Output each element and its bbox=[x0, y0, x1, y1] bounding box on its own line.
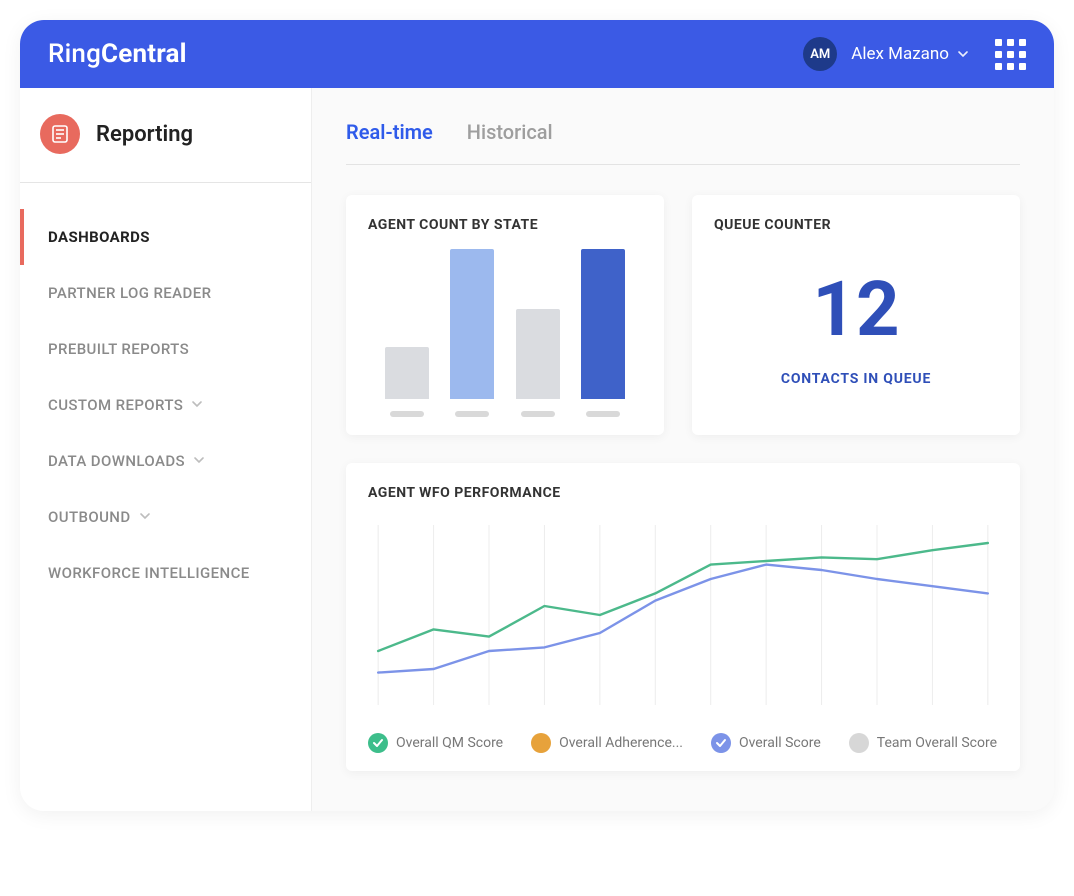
user-name[interactable]: Alex Mazano bbox=[851, 44, 949, 64]
card-title: AGENT COUNT BY STATE bbox=[368, 217, 642, 233]
sidebar-item-outbound[interactable]: OUTBOUND bbox=[20, 489, 311, 545]
legend-item[interactable]: Team Overall Score bbox=[849, 733, 997, 753]
sidebar-nav: DASHBOARDS PARTNER LOG READER PREBUILT REP… bbox=[20, 183, 311, 601]
cards-row: AGENT COUNT BY STATE QUEUE COUNTER 12 CO… bbox=[346, 195, 1020, 435]
app-frame: RingCentral AM Alex Mazano bbox=[20, 20, 1054, 811]
sidebar-item-partner-log-reader[interactable]: PARTNER LOG READER bbox=[20, 265, 311, 321]
sidebar-item-label: WORKFORCE INTELLIGENCE bbox=[48, 564, 250, 582]
brand-prefix: Ring bbox=[48, 39, 101, 69]
legend-label: Overall Adherence... bbox=[559, 735, 683, 751]
legend-item[interactable]: Overall Score bbox=[711, 733, 821, 753]
sidebar-title: Reporting bbox=[96, 122, 193, 147]
sidebar-item-label: DASHBOARDS bbox=[48, 228, 150, 246]
main: Real-time Historical AGENT COUNT BY STATE… bbox=[312, 88, 1054, 811]
legend-dot-icon bbox=[368, 733, 388, 753]
card-agent-count: AGENT COUNT BY STATE bbox=[346, 195, 664, 435]
legend: Overall QM Score Overall Adherence... Over… bbox=[368, 733, 998, 753]
brand-logo: RingCentral bbox=[48, 39, 187, 69]
bar-chart bbox=[368, 247, 642, 417]
sidebar-item-label: PARTNER LOG READER bbox=[48, 284, 211, 302]
legend-item[interactable]: Overall Adherence... bbox=[531, 733, 683, 753]
sidebar-item-label: OUTBOUND bbox=[48, 508, 131, 526]
body: Reporting DASHBOARDS PARTNER LOG READER PR… bbox=[20, 88, 1054, 811]
queue-subtitle: CONTACTS IN QUEUE bbox=[781, 371, 931, 387]
legend-dot-icon bbox=[531, 733, 551, 753]
chevron-down-icon bbox=[193, 452, 205, 470]
card-title: QUEUE COUNTER bbox=[714, 217, 998, 233]
tab-real-time[interactable]: Real-time bbox=[346, 120, 433, 144]
legend-item[interactable]: Overall QM Score bbox=[368, 733, 503, 753]
bar-label-placeholder bbox=[455, 411, 489, 417]
tabs: Real-time Historical bbox=[346, 88, 1020, 165]
reporting-icon bbox=[40, 114, 80, 154]
brand-suffix: Central bbox=[101, 39, 187, 69]
card-queue-counter: QUEUE COUNTER 12 CONTACTS IN QUEUE bbox=[692, 195, 1020, 435]
sidebar-item-prebuilt-reports[interactable]: PREBUILT REPORTS bbox=[20, 321, 311, 377]
queue-value: 12 bbox=[812, 271, 899, 347]
sidebar-item-dashboards[interactable]: DASHBOARDS bbox=[20, 209, 311, 265]
legend-dot-icon bbox=[849, 733, 869, 753]
avatar[interactable]: AM bbox=[803, 37, 837, 71]
chevron-down-icon[interactable] bbox=[957, 45, 969, 64]
sidebar-item-workforce-intelligence[interactable]: WORKFORCE INTELLIGENCE bbox=[20, 545, 311, 601]
bar bbox=[450, 249, 494, 417]
chevron-down-icon bbox=[139, 508, 151, 526]
sidebar-item-custom-reports[interactable]: CUSTOM REPORTS bbox=[20, 377, 311, 433]
bar bbox=[516, 309, 560, 417]
bar bbox=[385, 347, 429, 418]
topbar: RingCentral AM Alex Mazano bbox=[20, 20, 1054, 88]
legend-dot-icon bbox=[711, 733, 731, 753]
card-title: AGENT WFO PERFORMANCE bbox=[368, 485, 998, 501]
apps-menu-icon[interactable] bbox=[995, 39, 1026, 70]
bar-rect bbox=[450, 249, 494, 399]
sidebar-item-label: DATA DOWNLOADS bbox=[48, 452, 185, 470]
bar-label-placeholder bbox=[521, 411, 555, 417]
legend-label: Team Overall Score bbox=[877, 735, 997, 751]
bar-label-placeholder bbox=[586, 411, 620, 417]
sidebar-header: Reporting bbox=[20, 88, 311, 183]
bar bbox=[581, 249, 625, 417]
avatar-initials: AM bbox=[810, 47, 830, 62]
sidebar-item-data-downloads[interactable]: DATA DOWNLOADS bbox=[20, 433, 311, 489]
chevron-down-icon bbox=[191, 396, 203, 414]
sidebar: Reporting DASHBOARDS PARTNER LOG READER PR… bbox=[20, 88, 312, 811]
line-chart bbox=[368, 515, 998, 715]
tab-historical[interactable]: Historical bbox=[467, 120, 553, 144]
bar-rect bbox=[581, 249, 625, 399]
sidebar-item-label: PREBUILT REPORTS bbox=[48, 340, 189, 358]
legend-label: Overall QM Score bbox=[396, 735, 503, 751]
legend-label: Overall Score bbox=[739, 735, 821, 751]
bar-label-placeholder bbox=[390, 411, 424, 417]
sidebar-item-label: CUSTOM REPORTS bbox=[48, 396, 183, 414]
bar-rect bbox=[516, 309, 560, 399]
bar-rect bbox=[385, 347, 429, 400]
card-agent-wfo: AGENT WFO PERFORMANCE Overall QM ScoreOv… bbox=[346, 463, 1020, 771]
